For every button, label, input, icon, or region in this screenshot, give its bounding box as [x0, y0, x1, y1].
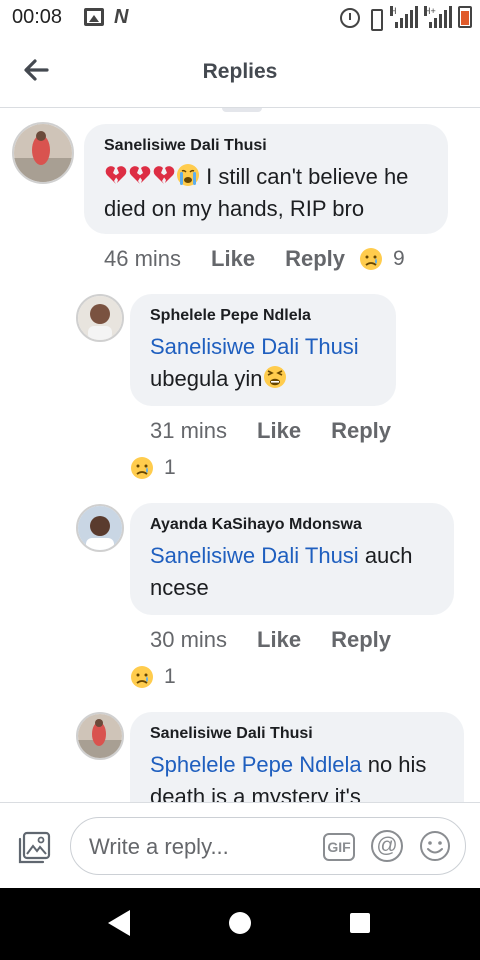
comment-text-body: ubegula yin	[150, 366, 263, 391]
comment-meta: 30 mins Like Reply	[150, 627, 421, 653]
nav-recents-icon[interactable]	[350, 913, 370, 933]
page-title: Replies	[202, 60, 278, 83]
signal-h-icon: H	[390, 6, 418, 28]
comment-meta: 46 mins Like Reply 9	[104, 246, 405, 272]
status-time: 00:08	[12, 6, 63, 28]
reply-button[interactable]: Reply	[331, 627, 391, 653]
comment-time: 30 mins	[150, 627, 228, 652]
reply-placeholder: Write a reply...	[89, 834, 229, 859]
reaction-count: 9	[393, 247, 405, 270]
comment-bubble[interactable]: Sanelisiwe Dali Thusi Sphelele Pepe Ndle…	[130, 712, 464, 802]
reaction-summary[interactable]: 1	[130, 456, 176, 480]
avatar[interactable]	[76, 294, 124, 342]
mention-link[interactable]: Sanelisiwe Dali Thusi	[150, 334, 359, 359]
network-h-label: H	[390, 6, 397, 16]
comment-text: Sanelisiwe Dali Thusi auch ncese	[150, 540, 434, 604]
battery-low-icon	[458, 6, 472, 28]
crying-face-icon	[177, 164, 199, 186]
reply-input[interactable]: Write a reply... GIF @	[70, 817, 466, 875]
avatar[interactable]	[76, 712, 124, 760]
broken-heart-icon	[153, 166, 175, 184]
scroll-hint-bar	[222, 108, 262, 112]
sad-face-icon	[131, 666, 153, 688]
comment-text: Sphelele Pepe Ndlela no his death is a m…	[150, 749, 444, 802]
reply-button[interactable]: Reply	[331, 418, 391, 444]
mention-link[interactable]: Sanelisiwe Dali Thusi	[150, 543, 359, 568]
photo-attach-icon[interactable]	[16, 831, 52, 865]
sad-face-icon	[360, 248, 382, 270]
reply-composer: Write a reply... GIF @	[0, 802, 480, 888]
comment-text: I still can't believe he died on my hand…	[104, 161, 428, 225]
weary-face-icon	[263, 366, 286, 388]
comment-bubble[interactable]: Ayanda KaSihayo Mdonswa Sanelisiwe Dali …	[130, 503, 454, 615]
status-right-icons: H H+	[340, 6, 472, 31]
comment-author[interactable]: Sanelisiwe Dali Thusi	[104, 137, 428, 155]
reply-button[interactable]: Reply	[285, 246, 345, 272]
comment-author[interactable]: Ayanda KaSihayo Mdonswa	[150, 516, 434, 534]
comment-time: 46 mins	[104, 246, 182, 271]
comment-bubble[interactable]: Sphelele Pepe Ndlela Sanelisiwe Dali Thu…	[130, 294, 396, 406]
mention-link[interactable]: Sphelele Pepe Ndlela	[150, 752, 362, 777]
vibrate-icon	[366, 8, 384, 31]
like-button[interactable]: Like	[211, 246, 255, 272]
comment-author[interactable]: Sphelele Pepe Ndlela	[150, 307, 376, 325]
n-app-icon: N	[114, 6, 129, 28]
comment-time: 31 mins	[150, 418, 228, 443]
like-button[interactable]: Like	[257, 627, 301, 653]
android-nav-bar	[0, 888, 480, 960]
comment-text: Sanelisiwe Dali Thusi ubegula yin	[150, 331, 376, 395]
broken-heart-icon	[129, 166, 151, 184]
alarm-icon	[340, 8, 360, 28]
like-button[interactable]: Like	[257, 418, 301, 444]
network-hplus-label: H+	[424, 6, 436, 16]
status-left-icons: N	[84, 6, 129, 28]
comment-meta: 31 mins Like Reply	[150, 418, 421, 444]
reaction-summary[interactable]: 9	[359, 247, 405, 271]
broken-heart-icon	[105, 166, 127, 184]
emoji-picker-icon[interactable]	[419, 830, 451, 862]
reaction-summary[interactable]: 1	[130, 665, 176, 689]
replies-header: Replies	[0, 36, 480, 108]
nav-back-icon[interactable]	[108, 910, 130, 936]
status-bar: 00:08 N H H+	[0, 0, 480, 36]
gallery-icon	[84, 8, 104, 26]
avatar[interactable]	[76, 504, 124, 552]
reaction-count: 1	[164, 665, 176, 688]
replies-list[interactable]: Sanelisiwe Dali Thusi I still can't beli…	[0, 108, 480, 802]
avatar[interactable]	[12, 122, 74, 184]
comment-author[interactable]: Sanelisiwe Dali Thusi	[150, 725, 444, 743]
reaction-count: 1	[164, 456, 176, 479]
mention-button[interactable]: @	[371, 830, 403, 862]
sad-face-icon	[131, 457, 153, 479]
gif-button[interactable]: GIF	[323, 833, 355, 861]
signal-hplus-icon: H+	[424, 6, 452, 28]
nav-home-icon[interactable]	[229, 912, 251, 934]
comment-bubble[interactable]: Sanelisiwe Dali Thusi I still can't beli…	[84, 124, 448, 234]
